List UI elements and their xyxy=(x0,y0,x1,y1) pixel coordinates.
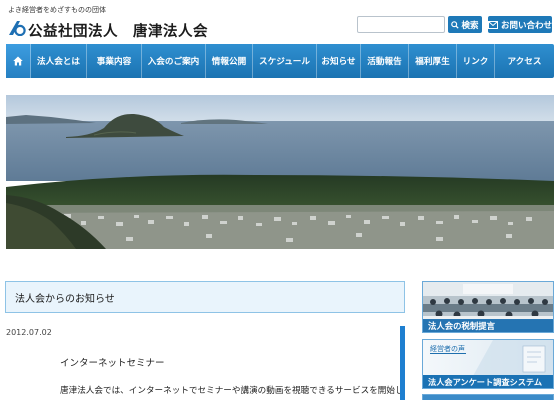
logo-icon[interactable] xyxy=(8,20,26,36)
nav-item-access[interactable]: アクセス xyxy=(495,44,554,78)
contact-button-label: お問い合わせ xyxy=(501,20,553,31)
post-heading[interactable]: インターネットセミナー xyxy=(60,355,165,369)
banner-tax-proposal-label: 法人会の税制提言 xyxy=(423,319,553,332)
notice-scrollbar[interactable] xyxy=(400,326,405,400)
mail-icon xyxy=(488,20,498,29)
banner-tax-proposal[interactable]: 法人会の税制提言 xyxy=(422,281,554,333)
home-icon xyxy=(13,56,23,66)
main-nav: 法人会とは 事業内容 入会のご案内 情報公開 スケジュール お知らせ 活動報告 … xyxy=(6,44,554,78)
search-input[interactable] xyxy=(357,16,445,33)
nav-item-business[interactable]: 事業内容 xyxy=(87,44,142,78)
hero-landscape-image xyxy=(6,95,554,249)
notice-header: 法人会からのお知らせ xyxy=(5,281,405,313)
nav-item-disclosure[interactable]: 情報公開 xyxy=(206,44,253,78)
page: よき経営者をめざすものの団体 公益社団法人 唐津法人会 検索 お問い合わせ 法人… xyxy=(0,0,560,400)
banner-survey-label: 法人会アンケート調査システム xyxy=(423,375,553,388)
scrollbar-thumb[interactable] xyxy=(400,326,405,400)
post-body: 唐津法人会では、インターネットでセミナーや講演の動画を視聴できるサービスを開始し xyxy=(60,386,404,396)
site-tagline: よき経営者をめざすものの団体 xyxy=(8,6,106,14)
nav-item-welfare[interactable]: 福利厚生 xyxy=(409,44,457,78)
site-title[interactable]: 公益社団法人 唐津法人会 xyxy=(28,20,208,41)
banner-survey-system[interactable]: 経営者の声 法人会アンケート調査システム xyxy=(422,339,554,389)
notice-title: 法人会からのお知らせ xyxy=(15,293,115,305)
nav-item-reports[interactable]: 活動報告 xyxy=(361,44,409,78)
nav-item-news[interactable]: お知らせ xyxy=(317,44,361,78)
nav-item-membership[interactable]: 入会のご案内 xyxy=(142,44,206,78)
nav-item-schedule[interactable]: スケジュール xyxy=(253,44,317,78)
banner-survey-underline xyxy=(430,353,466,354)
nav-item-links[interactable]: リンク xyxy=(457,44,495,78)
search-button-label: 検索 xyxy=(461,20,479,31)
contact-button[interactable]: お問い合わせ xyxy=(488,16,552,33)
search-icon xyxy=(451,20,460,29)
search-button[interactable]: 検索 xyxy=(448,16,482,33)
nav-item-about[interactable]: 法人会とは xyxy=(31,44,87,78)
banner-third[interactable] xyxy=(422,394,554,400)
post-date: 2012.07.02 xyxy=(6,328,52,337)
nav-home[interactable] xyxy=(6,44,31,78)
